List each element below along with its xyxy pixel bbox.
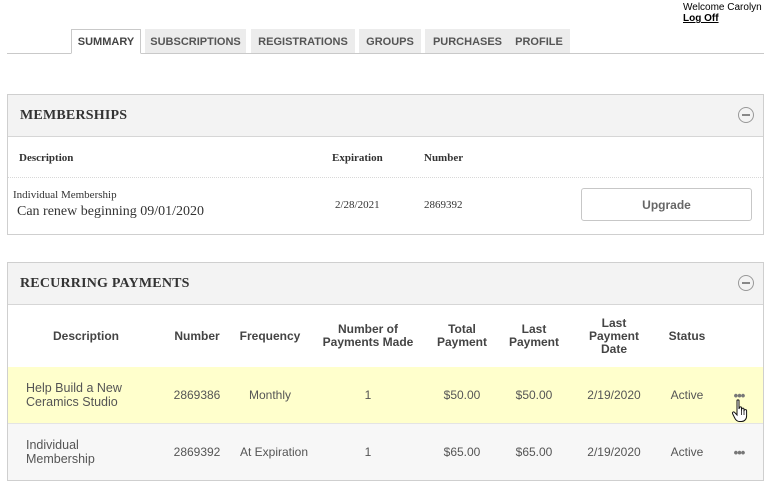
payment-number: 2869386 bbox=[173, 388, 221, 402]
column-header-expiration: Expiration bbox=[332, 152, 383, 164]
last-payment-date: 2/19/2020 bbox=[587, 388, 641, 402]
last-payment: $65.00 bbox=[515, 445, 553, 459]
tab-profile[interactable]: PROFILE bbox=[508, 29, 570, 53]
collapse-icon[interactable] bbox=[738, 107, 754, 123]
recurring-payments-header: RECURRING PAYMENTS bbox=[8, 263, 763, 305]
column-header-number: Number bbox=[424, 152, 464, 164]
payment-number: 2869392 bbox=[173, 445, 221, 459]
table-row[interactable]: Individual Membership 2869392 At Expirat… bbox=[8, 424, 763, 480]
column-header-description: Description bbox=[19, 152, 74, 164]
membership-number: 2869392 bbox=[424, 199, 463, 211]
tab-subscriptions[interactable]: SUBSCRIPTIONS bbox=[145, 29, 246, 53]
column-header-description: Description bbox=[52, 328, 119, 343]
column-header-last-payment: Last Payment bbox=[508, 322, 560, 349]
column-header-status: Status bbox=[668, 328, 706, 343]
logoff-link[interactable]: Log Off bbox=[683, 13, 762, 24]
divider bbox=[8, 177, 763, 178]
table-row[interactable]: Help Build a New Ceramics Studio 2869386… bbox=[8, 367, 763, 423]
collapse-icon[interactable] bbox=[738, 275, 754, 291]
column-header-frequency: Frequency bbox=[239, 328, 301, 343]
hand-pointer-icon bbox=[731, 399, 748, 422]
upgrade-button[interactable]: Upgrade bbox=[581, 188, 752, 221]
memberships-panel: MEMBERSHIPS Description Expiration Numbe… bbox=[7, 94, 764, 235]
payment-status: Active bbox=[670, 445, 704, 459]
payment-frequency: At Expiration bbox=[239, 445, 309, 459]
column-header-total-payment: Total Payment bbox=[436, 322, 488, 349]
column-header-last-payment-date: Last Payment Date bbox=[588, 315, 640, 356]
payments-made: 1 bbox=[364, 388, 372, 402]
payment-status: Active bbox=[670, 388, 704, 402]
memberships-title: MEMBERSHIPS bbox=[20, 108, 128, 123]
column-header-payments-made: Number of Payments Made bbox=[322, 322, 414, 349]
more-icon[interactable]: ••• bbox=[726, 424, 752, 480]
payment-description: Individual Membership bbox=[26, 438, 95, 466]
tab-registrations[interactable]: REGISTRATIONS bbox=[251, 29, 355, 53]
payments-made: 1 bbox=[364, 445, 372, 459]
user-greeting: Welcome Carolyn Log Off bbox=[683, 2, 762, 24]
tab-bar: SUMMARY SUBSCRIPTIONS REGISTRATIONS GROU… bbox=[7, 29, 764, 54]
membership-type: Individual Membership bbox=[13, 189, 117, 201]
recurring-payments-title: RECURRING PAYMENTS bbox=[20, 276, 190, 291]
welcome-text: Welcome Carolyn bbox=[683, 2, 762, 13]
column-header-number: Number bbox=[174, 328, 220, 343]
total-payment: $50.00 bbox=[443, 388, 481, 402]
last-payment-date: 2/19/2020 bbox=[587, 445, 641, 459]
payment-description: Help Build a New Ceramics Studio bbox=[26, 381, 122, 409]
membership-expiration: 2/28/2021 bbox=[335, 199, 380, 211]
memberships-header: MEMBERSHIPS bbox=[8, 95, 763, 137]
total-payment: $65.00 bbox=[443, 445, 481, 459]
last-payment: $50.00 bbox=[515, 388, 553, 402]
membership-renew-note: Can renew beginning 09/01/2020 bbox=[17, 204, 205, 219]
payment-frequency: Monthly bbox=[248, 388, 292, 402]
tab-purchases[interactable]: PURCHASES bbox=[425, 29, 510, 53]
tab-summary[interactable]: SUMMARY bbox=[71, 29, 141, 54]
tab-groups[interactable]: GROUPS bbox=[359, 29, 421, 53]
